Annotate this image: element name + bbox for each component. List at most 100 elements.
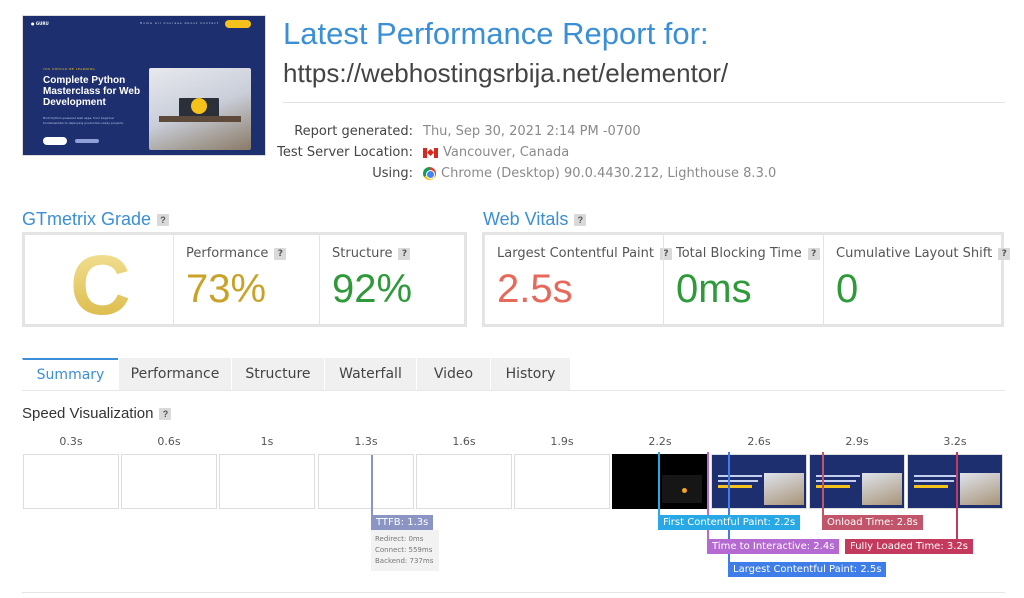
loading-spinner-icon <box>682 488 687 493</box>
timeline-tick: 2.9s <box>845 435 869 448</box>
thumbnail-nav-button <box>225 20 251 28</box>
fcp-marker: First Contentful Paint: 2.2s <box>658 515 801 530</box>
ttfb-redirect: Redirect: 0ms <box>375 535 424 543</box>
thumbnail-nav-links: Home All Courses About Contact <box>140 21 219 25</box>
performance-value: 73% <box>186 267 267 311</box>
report-tabs: Summary Performance Structure Waterfall … <box>22 358 570 391</box>
fully-loaded-marker-line <box>956 452 958 540</box>
web-vitals-panel: Largest Contentful Paint? 2.5s Total Blo… <box>482 232 1011 327</box>
ttfb-connect: Connect: 559ms <box>375 546 433 554</box>
thumbnail-logo: ● GURU <box>31 21 49 26</box>
onload-marker: Onload Time: 2.8s <box>822 515 923 530</box>
grade-letter: C <box>70 238 131 332</box>
page-screenshot-thumbnail[interactable]: ● GURU Home All Courses About Contact YO… <box>22 15 266 156</box>
frame-text-line <box>914 480 954 482</box>
tti-marker: Time to Interactive: 2.4s <box>707 539 840 554</box>
help-icon[interactable]: ? <box>157 214 170 227</box>
timeline-tick: 1.6s <box>452 435 476 448</box>
timeline-tick: 1.9s <box>550 435 574 448</box>
tab-summary[interactable]: Summary <box>22 358 118 391</box>
filmstrip-frame[interactable] <box>318 454 414 509</box>
report-url: https://webhostingsrbija.net/elementor/ <box>283 58 729 88</box>
lcp-marker: Largest Contentful Paint: 2.5s <box>728 562 887 577</box>
timeline-tick: 1.3s <box>354 435 378 448</box>
frame-text-line <box>718 485 752 488</box>
speed-visualization-heading: Speed Visualization? <box>22 405 172 422</box>
chrome-icon <box>423 167 436 180</box>
web-vitals-title: Web Vitals <box>483 209 569 229</box>
ttfb-marker: TTFB: 1.3s <box>371 515 434 530</box>
filmstrip-frame[interactable] <box>514 454 610 509</box>
help-icon[interactable]: ? <box>159 408 172 421</box>
ttfb-backend: Backend: 737ms <box>375 557 434 565</box>
lcp-label: Largest Contentful Paint <box>497 246 655 261</box>
filmstrip-frame[interactable] <box>219 454 315 509</box>
grade-cell: C <box>25 235 173 332</box>
timeline-tick: 0.6s <box>157 435 181 448</box>
tbt-value: 0ms <box>676 267 752 311</box>
frame-text-line <box>914 475 958 477</box>
lcp-cell: Largest Contentful Paint? 2.5s <box>485 235 673 324</box>
meta-label-using: Using: <box>372 166 413 181</box>
frame-hero-image <box>862 473 902 505</box>
gtmetrix-grade-panel: C Performance? 73% Structure? 92% <box>22 232 467 332</box>
web-vitals-heading: Web Vitals? <box>483 209 587 230</box>
lcp-value: 2.5s <box>497 267 573 311</box>
fcp-marker-line <box>658 452 660 516</box>
structure-cell: Structure? 92% <box>319 235 464 324</box>
filmstrip-frame[interactable] <box>23 454 119 509</box>
timeline-tick: 3.2s <box>943 435 967 448</box>
thumbnail-nav: ● GURU Home All Courses About Contact <box>23 16 265 34</box>
filmstrip-frame[interactable] <box>121 454 217 509</box>
help-icon[interactable]: ? <box>998 247 1011 260</box>
thumbnail-kicker: YOU SHOULD BE LEARNING <box>43 67 96 71</box>
frame-hero-image <box>764 473 804 505</box>
onload-marker-line <box>822 452 824 516</box>
frame-text-line <box>718 475 762 477</box>
thumbnail-secondary-link <box>75 139 99 143</box>
tab-performance[interactable]: Performance <box>118 358 231 391</box>
meta-location-value: Vancouver, Canada <box>443 145 570 160</box>
meta-label-generated: Report generated: <box>294 124 413 139</box>
ttfb-detail-box: Redirect: 0ms Connect: 559ms Backend: 73… <box>371 530 439 571</box>
fully-loaded-connector <box>845 540 958 542</box>
structure-value: 92% <box>332 267 413 311</box>
help-icon[interactable]: ? <box>398 247 411 260</box>
tab-history[interactable]: History <box>490 358 570 391</box>
thumbnail-subtext: Build Python-powered web apps, from begi… <box>43 116 124 125</box>
meta-labels: Report generated: Test Server Location: … <box>250 121 413 184</box>
gtmetrix-grade-title: GTmetrix Grade <box>22 209 152 229</box>
help-icon[interactable]: ? <box>274 247 287 260</box>
help-icon[interactable]: ? <box>807 247 820 260</box>
frame-text-line <box>718 480 758 482</box>
tab-video[interactable]: Video <box>416 358 490 391</box>
cls-value: 0 <box>836 267 859 311</box>
performance-label: Performance <box>186 246 269 261</box>
timeline-tick: 1s <box>260 435 274 448</box>
filmstrip-frame[interactable] <box>612 454 708 509</box>
thumbnail-cta-button <box>43 137 67 145</box>
header-divider <box>283 102 1005 103</box>
cls-label: Cumulative Layout Shift <box>836 246 993 261</box>
cls-cell: Cumulative Layout Shift? 0 <box>823 235 1011 324</box>
tbt-label: Total Blocking Time <box>676 246 802 261</box>
meta-label-location: Test Server Location: <box>277 145 413 160</box>
gtmetrix-grade-heading: GTmetrix Grade? <box>22 209 170 230</box>
help-icon[interactable]: ? <box>574 214 587 227</box>
tab-structure[interactable]: Structure <box>231 358 324 391</box>
canada-flag-icon <box>423 147 438 158</box>
ttfb-marker-line <box>371 455 373 516</box>
timeline-tick: 0.3s <box>59 435 83 448</box>
tab-waterfall[interactable]: Waterfall <box>324 358 416 391</box>
timeline-tick: 2.2s <box>648 435 672 448</box>
frame-text-line <box>914 485 948 488</box>
section-divider <box>22 592 1005 593</box>
tbt-cell: Total Blocking Time? 0ms <box>663 235 823 324</box>
filmstrip-frame[interactable] <box>416 454 512 509</box>
tabs-divider <box>22 390 1005 391</box>
filmstrip-frame[interactable] <box>711 454 807 509</box>
meta-values: Thu, Sep 30, 2021 2:14 PM -0700 Vancouve… <box>423 121 776 184</box>
filmstrip-frame[interactable] <box>907 454 1003 509</box>
gtmetrix-report-page: ● GURU Home All Courses About Contact YO… <box>0 0 1024 598</box>
meta-generated-value: Thu, Sep 30, 2021 2:14 PM -0700 <box>423 124 641 139</box>
